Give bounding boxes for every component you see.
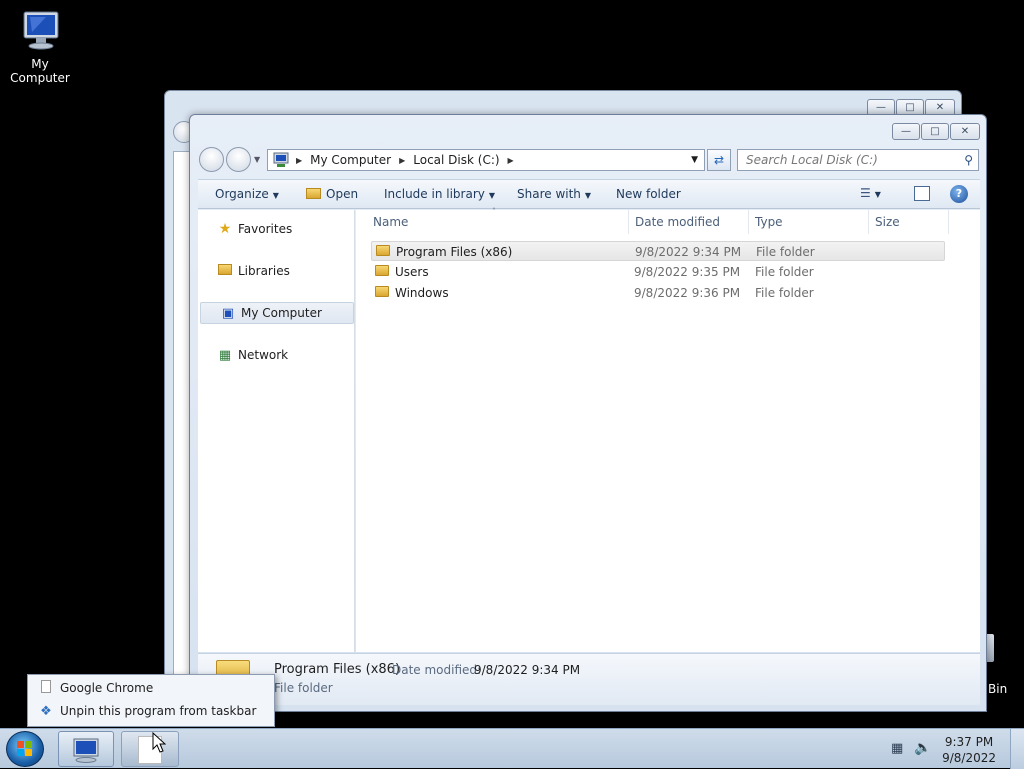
column-header-type[interactable]: Type <box>749 210 869 234</box>
search-icon[interactable]: ⚲ <box>964 153 973 167</box>
column-header-name[interactable]: Name <box>367 210 629 234</box>
file-row[interactable]: Windows 9/8/2022 9:36 PM File folder <box>371 283 945 303</box>
clock-time: 9:37 PM <box>944 735 994 749</box>
breadcrumb-chevron-icon[interactable]: ▶ <box>296 156 302 165</box>
organize-button[interactable]: Organize ▼ <box>215 187 279 201</box>
nav-favorites[interactable]: ★ Favorites <box>198 218 352 240</box>
column-header-size[interactable]: Size <box>869 210 949 234</box>
computer-small-icon <box>273 152 289 167</box>
command-bar: Organize ▼ Open Include in library ▼ Share… <box>198 179 980 209</box>
preview-pane-icon[interactable] <box>914 186 930 201</box>
breadcrumb-chevron-icon[interactable]: ▶ <box>508 156 514 165</box>
open-button[interactable]: Open <box>306 187 358 201</box>
desktop-icon-recycle-bin-label[interactable]: Bin <box>988 682 1007 696</box>
navigation-pane: ★ Favorites Libraries ▣ My Computer ▦ Netwo… <box>198 210 355 652</box>
file-row[interactable]: Users 9/8/2022 9:35 PM File folder <box>371 262 945 282</box>
network-icon: ▦ <box>218 347 232 363</box>
minimize-button[interactable]: — <box>892 123 920 140</box>
forward-button[interactable] <box>226 147 251 172</box>
libraries-icon <box>216 264 234 278</box>
details-pane: Program Files (x86) Date modified: 9/8/2… <box>198 653 980 705</box>
refresh-button[interactable]: ⇄ <box>707 149 731 171</box>
mouse-cursor-icon <box>152 732 166 753</box>
details-date-label: Date modified: <box>392 663 482 677</box>
clock-date: 9/8/2022 <box>942 751 996 765</box>
details-item-name: Program Files (x86) <box>274 662 401 677</box>
computer-icon: ▣ <box>221 305 235 321</box>
details-type: File folder <box>274 681 333 695</box>
back-button[interactable] <box>199 147 224 172</box>
file-row[interactable]: Program Files (x86) 9/8/2022 9:34 PM Fil… <box>371 241 945 261</box>
search-input[interactable]: Search Local Disk (C:) ⚲ <box>737 149 979 171</box>
computer-icon <box>23 11 59 50</box>
include-in-library-button[interactable]: Include in library ▼ <box>384 187 495 201</box>
start-button[interactable] <box>6 731 44 767</box>
folder-icon <box>376 245 390 256</box>
volume-tray-icon[interactable]: 🔈 <box>914 740 931 756</box>
explorer-window[interactable]: — □ ✕ ▼ ▶ My Computer ▶ Local Disk (C:) … <box>189 114 987 712</box>
breadcrumb-chevron-icon[interactable]: ▶ <box>399 156 405 165</box>
view-options-button[interactable]: ☰ ▼ <box>860 186 881 200</box>
new-folder-button[interactable]: New folder <box>616 187 681 201</box>
breadcrumb-local-disk[interactable]: Local Disk (C:) <box>413 153 499 167</box>
taskbar-explorer-button[interactable] <box>58 731 114 767</box>
taskbar: ▦ 🔈 9:37 PM 9/8/2022 <box>0 728 1024 769</box>
blank-document-icon <box>38 680 54 696</box>
nav-network[interactable]: ▦ Network <box>198 344 352 366</box>
system-clock[interactable]: 9:37 PM 9/8/2022 <box>942 734 996 766</box>
desktop-icon-my-computer[interactable]: My Computer <box>0 8 80 85</box>
chevron-down-icon: ▼ <box>488 191 496 200</box>
details-date-value: 9/8/2022 9:34 PM <box>474 663 581 677</box>
column-header-date[interactable]: Date modified <box>629 210 749 234</box>
recent-pages-chevron-icon[interactable]: ▼ <box>254 155 260 164</box>
windows-logo-icon <box>17 741 32 756</box>
jumplist-item-google-chrome[interactable]: Google Chrome <box>38 678 153 698</box>
jumplist-item-unpin[interactable]: ❖ Unpin this program from taskbar <box>38 701 256 721</box>
pin-icon: ❖ <box>40 703 52 719</box>
address-dropdown-icon[interactable]: ▼ <box>691 155 698 165</box>
open-folder-icon <box>306 188 321 199</box>
taskbar-jump-list: Google Chrome ❖ Unpin this program from … <box>27 674 275 727</box>
folder-icon <box>375 286 389 297</box>
show-desktop-button[interactable] <box>1010 729 1024 769</box>
nav-my-computer[interactable]: ▣ My Computer <box>200 302 354 324</box>
star-icon: ★ <box>218 221 232 237</box>
network-tray-icon[interactable]: ▦ <box>891 741 903 756</box>
chevron-down-icon: ▼ <box>874 190 881 199</box>
computer-icon <box>73 738 99 763</box>
help-icon[interactable]: ? <box>950 185 968 203</box>
maximize-button[interactable]: □ <box>921 123 949 140</box>
desktop-icon-label: My Computer <box>10 57 70 85</box>
chevron-down-icon: ▼ <box>272 191 279 200</box>
address-bar[interactable]: ▶ My Computer ▶ Local Disk (C:) ▶ ▼ <box>267 149 705 171</box>
chevron-down-icon: ▼ <box>584 191 592 200</box>
file-list: ˄ Name Date modified Type Size Program F… <box>356 207 980 652</box>
close-button[interactable]: ✕ <box>950 123 980 140</box>
folder-icon <box>375 265 389 276</box>
taskbar-chrome-button[interactable] <box>121 731 179 767</box>
share-with-button[interactable]: Share with ▼ <box>517 187 591 201</box>
nav-libraries[interactable]: Libraries <box>198 260 352 282</box>
refresh-icon: ⇄ <box>713 153 725 167</box>
search-placeholder: Search Local Disk (C:) <box>746 153 878 167</box>
view-list-icon: ☰ <box>860 186 871 200</box>
breadcrumb-my-computer[interactable]: My Computer <box>310 153 391 167</box>
